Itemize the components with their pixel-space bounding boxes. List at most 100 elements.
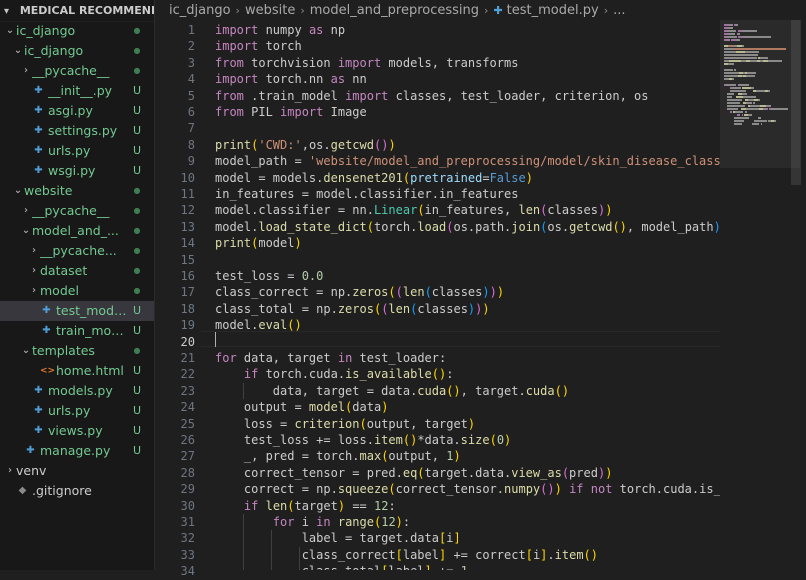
code-line[interactable]: test_loss = 0.0 bbox=[215, 268, 323, 284]
code-token: ) bbox=[453, 449, 461, 464]
code-line[interactable]: class_correct = np.zeros((len(classes))) bbox=[215, 284, 504, 300]
python-file-icon: ✚ bbox=[42, 305, 51, 316]
status-dot: ● bbox=[133, 286, 141, 295]
line-number: 34 bbox=[180, 564, 195, 579]
code-token: import bbox=[215, 72, 259, 87]
breadcrumb-segment[interactable]: website bbox=[245, 3, 295, 18]
tree-file[interactable]: ✚ __init__.py U bbox=[0, 81, 154, 101]
minimap-line bbox=[738, 33, 740, 35]
code-line[interactable]: print(model) bbox=[215, 235, 302, 251]
code-token: target bbox=[294, 498, 338, 513]
minimap-line bbox=[755, 96, 756, 98]
tree-folder[interactable]: ⌄ templates ● bbox=[0, 341, 154, 361]
tree-folder[interactable]: › venv bbox=[0, 461, 154, 481]
code-line[interactable]: loss = criterion(output, target) bbox=[215, 416, 475, 432]
line-number: 27 bbox=[180, 449, 195, 464]
tree-file[interactable]: ✚ test_model... U bbox=[0, 301, 154, 321]
code-line[interactable]: data, target = data.cuda(), target.cuda(… bbox=[215, 383, 569, 399]
tree-folder[interactable]: ⌄ ic_django ● bbox=[0, 41, 154, 61]
tree-folder[interactable]: › __pycache... ● bbox=[0, 241, 154, 261]
tree-item-label: ic_django bbox=[24, 43, 84, 58]
tree-file[interactable]: ✚ urls.py U bbox=[0, 141, 154, 161]
code-line[interactable]: output = model(data) bbox=[215, 399, 389, 415]
code-line[interactable]: import torch bbox=[215, 38, 302, 54]
minimap-line bbox=[747, 108, 760, 110]
python-file-icon: ✚ bbox=[34, 125, 43, 136]
tree-folder[interactable]: › __pycache__ ● bbox=[0, 61, 154, 81]
code-token: Image bbox=[323, 105, 367, 119]
python-file-icon: ✚ bbox=[34, 85, 43, 96]
code-line[interactable]: class_total = np.zeros((len(classes))) bbox=[215, 301, 490, 317]
tree-item-label: test_model... bbox=[56, 303, 130, 318]
code-token: ( bbox=[489, 433, 497, 447]
code-line[interactable]: correct_tensor = pred.eq(target.data.vie… bbox=[215, 465, 613, 481]
code-line[interactable]: for i in range(12): bbox=[215, 514, 410, 530]
code-line[interactable]: import torch.nn as nn bbox=[215, 71, 367, 87]
code-line[interactable]: correct = np.squeeze(correct_tensor.nump… bbox=[215, 481, 720, 497]
tree-file[interactable]: ✚ models.py U bbox=[0, 381, 154, 401]
code-token: *data. bbox=[417, 433, 461, 447]
tree-item-label: __pycache... bbox=[40, 243, 117, 258]
tree-file[interactable]: ◆ .gitignore bbox=[0, 481, 154, 501]
minimap-line bbox=[727, 36, 737, 38]
code-token: ( bbox=[287, 498, 295, 513]
code-line[interactable]: class_total[label] += 1 bbox=[215, 563, 468, 570]
line-number: 30 bbox=[180, 498, 195, 513]
code-line[interactable]: from PIL import Image bbox=[215, 104, 367, 120]
code-line[interactable]: model_path = 'website/model_and_preproce… bbox=[215, 153, 720, 169]
untracked-badge: U bbox=[132, 144, 142, 157]
chevron-down-icon: ⌄ bbox=[21, 225, 31, 236]
status-dot: ● bbox=[133, 226, 141, 235]
tree-file[interactable]: ✚ manage.py U bbox=[0, 441, 154, 461]
vertical-scrollbar[interactable] bbox=[791, 20, 801, 185]
code-line[interactable]: label = target.data[i] bbox=[215, 530, 461, 546]
code-line[interactable]: test_loss += loss.item()*data.size(0) bbox=[215, 432, 511, 448]
code-line[interactable]: model.eval() bbox=[215, 317, 302, 333]
tree-file[interactable]: <> home.html U bbox=[0, 361, 154, 381]
code-token: densenet201 bbox=[323, 170, 403, 185]
tree-file[interactable]: ✚ settings.py U bbox=[0, 121, 154, 141]
tree-file[interactable]: ✚ views.py U bbox=[0, 421, 154, 441]
code-line[interactable]: from torchvision import models, transfor… bbox=[215, 55, 518, 71]
minimap-line bbox=[727, 39, 730, 41]
code-token: if bbox=[243, 498, 259, 513]
code-token: data bbox=[352, 400, 382, 415]
minimap-line bbox=[736, 39, 740, 41]
tree-folder[interactable]: ⌄ model_and_... ● bbox=[0, 221, 154, 241]
code-line[interactable]: in_features = model.classifier.in_featur… bbox=[215, 186, 518, 202]
code-area[interactable]: import numpy as np import torch from torch… bbox=[215, 20, 720, 570]
code-line[interactable]: print('CWD:',os.getcwd()) bbox=[215, 137, 396, 153]
breadcrumb-segment[interactable]: ... bbox=[613, 3, 625, 18]
line-number: 23 bbox=[180, 383, 195, 398]
code-line[interactable]: model.load_state_dict(torch.load(os.path… bbox=[215, 219, 720, 235]
code-line[interactable]: for data, target in test_loader: bbox=[215, 350, 446, 366]
tree-folder[interactable]: › __pycache__ ● bbox=[0, 201, 154, 221]
tree-file[interactable]: ✚ wsgi.py U bbox=[0, 161, 154, 181]
code-line[interactable]: from .train_model import classes, test_l… bbox=[215, 88, 649, 104]
tree-folder[interactable]: ⌄ ic_django ● bbox=[0, 21, 154, 41]
minimap-line bbox=[736, 51, 745, 53]
code-line[interactable]: if len(target) == 12: bbox=[215, 498, 396, 514]
code-line[interactable]: _, pred = torch.max(output, 1) bbox=[215, 448, 461, 464]
tree-item-label: urls.py bbox=[48, 143, 91, 158]
code-token: class_total = np. bbox=[215, 301, 338, 316]
tree-folder[interactable]: ⌄ website ● bbox=[0, 181, 154, 201]
code-token: model bbox=[308, 400, 346, 415]
status-dot: ● bbox=[133, 346, 141, 355]
tree-file[interactable]: ✚ train_mode...U bbox=[0, 321, 154, 341]
explorer-header[interactable]: ▾ MEDICAL RECOMMENDATION bbox=[0, 0, 154, 22]
code-line[interactable]: import numpy as np bbox=[215, 22, 345, 38]
code-line[interactable]: model.classifier = nn.Linear(in_features… bbox=[215, 202, 612, 218]
tree-file[interactable]: ✚ asgi.py U bbox=[0, 101, 154, 121]
code-token: output = bbox=[215, 400, 309, 415]
code-line[interactable]: model = models.densenet201(pretrained=Fa… bbox=[215, 170, 533, 186]
code-line[interactable]: class_correct[label] += correct[i].item(… bbox=[215, 547, 598, 563]
tree-folder[interactable]: › model ● bbox=[0, 281, 154, 301]
breadcrumb-segment[interactable]: model_and_preprocessing bbox=[310, 3, 479, 18]
tree-folder[interactable]: › dataset ● bbox=[0, 261, 154, 281]
tree-file[interactable]: ✚ urls.py U bbox=[0, 401, 154, 421]
breadcrumb-segment[interactable]: ic_django bbox=[169, 3, 231, 18]
code-line[interactable]: if torch.cuda.is_available(): bbox=[215, 366, 454, 382]
breadcrumb-segment[interactable]: test_model.py bbox=[507, 3, 599, 18]
